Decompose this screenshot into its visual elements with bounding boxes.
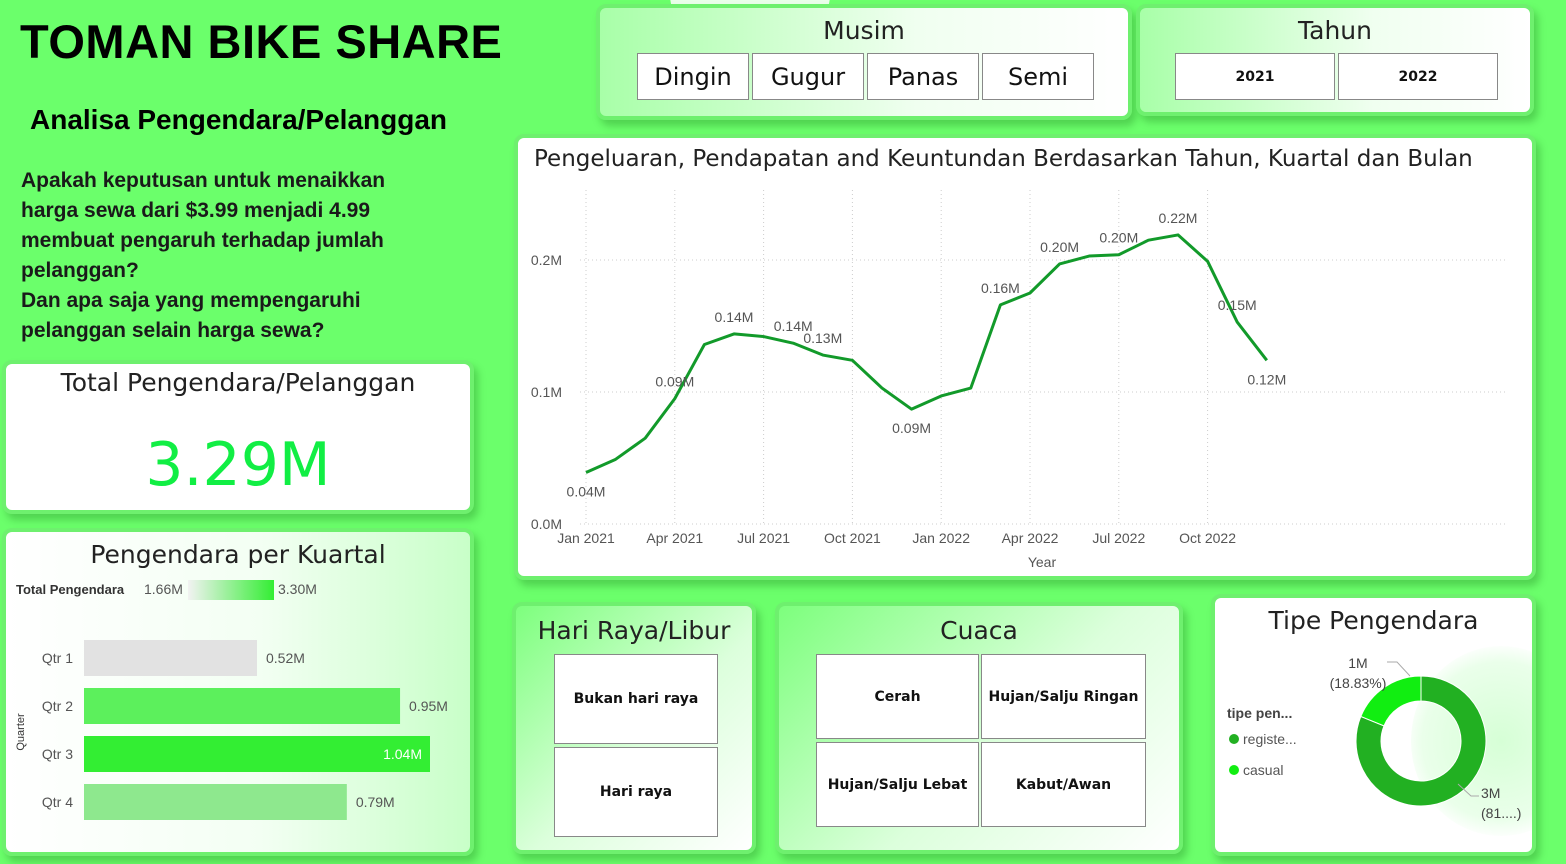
total-riders-value: 3.29M (145, 430, 331, 500)
data-label: 0.09M (892, 420, 931, 436)
quarter-value-label: 0.52M (266, 650, 305, 666)
legend-label: Total Pengendara (16, 582, 125, 597)
data-label: 0.16M (981, 280, 1020, 296)
data-label: 0.20M (1040, 239, 1079, 255)
x-tick-label: Jul 2021 (737, 530, 790, 546)
season-button-panas[interactable]: Panas (867, 53, 979, 100)
tahun-title: Tahun (1298, 16, 1372, 45)
line-chart: 0.0M0.1M0.2MJan 2021 Apr 2021 Jul 2021 Oct … (531, 190, 1508, 570)
quarter-category-label: Qtr 1 (42, 650, 73, 666)
musim-slicer: Musim Dingin Gugur Panas Semi (596, 4, 1132, 120)
x-tick-label: Jul 2022 (1092, 530, 1145, 546)
x-axis-title: Year (1028, 554, 1057, 570)
quarter-category-label: Qtr 3 (42, 746, 73, 762)
total-riders-title: Total Pengendara/Pelanggan (60, 368, 416, 397)
data-label: 0.15M (1218, 297, 1257, 313)
rider-type-donut: tipe pen... registe... casual 1M (18.83%… (1227, 655, 1521, 821)
data-label: 0.14M (715, 309, 754, 325)
quarter-category-label: Qtr 2 (42, 698, 73, 714)
donut-legend-title: tipe pen... (1227, 705, 1292, 721)
quarter-value-label: 1.04M (383, 746, 422, 762)
season-button-semi[interactable]: Semi (982, 53, 1094, 100)
quarter-bar-chart: Total Pengendara 1.66M 3.30M Quarter Qtr… (15, 580, 448, 820)
line-chart-card: Pengeluaran, Pendapatan and Keuntundan B… (514, 134, 1536, 580)
quarter-value-label: 0.95M (409, 698, 448, 714)
quarter-category-label: Qtr 4 (42, 794, 73, 810)
data-label: 0.04M (567, 484, 606, 500)
legend-item-casual[interactable]: casual (1243, 762, 1283, 778)
quarter-bar[interactable] (84, 640, 257, 676)
quarter-bar[interactable] (84, 736, 430, 772)
registered-pct-label: (81....) (1481, 805, 1521, 821)
weather-title: Cuaca (940, 616, 1018, 645)
season-button-dingin[interactable]: Dingin (637, 53, 749, 100)
quarter-value-label: 0.79M (356, 794, 395, 810)
holiday-button-bukan[interactable]: Bukan hari raya (554, 654, 718, 744)
rider-type-card: Tipe Pengendara tipe pen... registe... c… (1211, 594, 1536, 856)
data-label: 0.20M (1099, 230, 1138, 246)
y-tick-label: 0.1M (531, 384, 562, 400)
legend-max: 3.30M (278, 581, 317, 597)
registered-value-label: 3M (1481, 785, 1500, 801)
weather-button-cerah[interactable]: Cerah (816, 654, 979, 739)
year-button-2021[interactable]: 2021 (1175, 53, 1335, 100)
y-tick-label: 0.2M (531, 252, 562, 268)
data-label: 0.12M (1247, 371, 1286, 387)
holiday-slicer: Hari Raya/Libur Bukan hari raya Hari ray… (512, 602, 756, 854)
legend-dot-registered (1229, 734, 1239, 744)
question-line: Apakah keputusan untuk menaikkan (21, 169, 386, 192)
data-label: 0.22M (1159, 210, 1198, 226)
x-tick-label: Oct 2021 (824, 530, 881, 546)
casual-leader-line (1387, 661, 1411, 677)
holiday-button-hari-raya[interactable]: Hari raya (554, 747, 718, 837)
x-tick-label: Apr 2022 (1002, 530, 1059, 546)
quarter-bar[interactable] (84, 784, 347, 820)
question-line: harga sewa dari $3.99 menjadi 4.99 (21, 199, 371, 222)
x-tick-label: Apr 2021 (646, 530, 703, 546)
x-tick-label: Jan 2021 (557, 530, 615, 546)
series-line (585, 233, 1268, 474)
x-tick-label: Oct 2022 (1179, 530, 1236, 546)
legend-gradient (188, 580, 274, 600)
holiday-title: Hari Raya/Libur (537, 616, 731, 645)
dashboard-subtitle: Analisa Pengendara/Pelanggan (30, 104, 448, 135)
question-line: membuat pengaruh terhadap jumlah (21, 229, 384, 252)
year-button-2022[interactable]: 2022 (1338, 53, 1498, 100)
casual-value-label: 1M (1348, 655, 1367, 671)
tahun-slicer: Tahun 2021 2022 (1136, 4, 1534, 116)
question-line: pelanggan selain harga sewa? (21, 319, 325, 342)
dashboard-title: TOMAN BIKE SHARE (20, 15, 503, 68)
legend-dot-casual (1229, 765, 1239, 775)
quarter-axis-label: Quarter (15, 713, 27, 751)
weather-button-kabut[interactable]: Kabut/Awan (981, 742, 1146, 827)
question-line: Dan apa saja yang mempengaruhi (21, 289, 361, 312)
casual-pct-label: (18.83%) (1330, 675, 1387, 691)
question-line: pelanggan? (21, 259, 139, 282)
legend-item-registered[interactable]: registe... (1243, 731, 1297, 747)
musim-title: Musim (823, 16, 905, 45)
analysis-question: Apakah keputusan untuk menaikkan harga s… (21, 166, 461, 346)
x-tick-label: Jan 2022 (912, 530, 970, 546)
weather-button-hujan-ringan[interactable]: Hujan/Salju Ringan (981, 654, 1146, 739)
data-label: 0.13M (803, 330, 842, 346)
weather-slicer: Cuaca Cerah Hujan/Salju Ringan Hujan/Sal… (775, 602, 1183, 854)
data-label: 0.09M (655, 374, 694, 390)
weather-button-hujan-lebat[interactable]: Hujan/Salju Lebat (816, 742, 979, 827)
quarter-chart-card: Pengendara per Kuartal Total Pengendara … (2, 528, 474, 856)
total-riders-card: Total Pengendara/Pelanggan 3.29M (2, 360, 474, 514)
season-button-gugur[interactable]: Gugur (752, 53, 864, 100)
quarter-bar[interactable] (84, 688, 401, 724)
legend-min: 1.66M (144, 581, 183, 597)
